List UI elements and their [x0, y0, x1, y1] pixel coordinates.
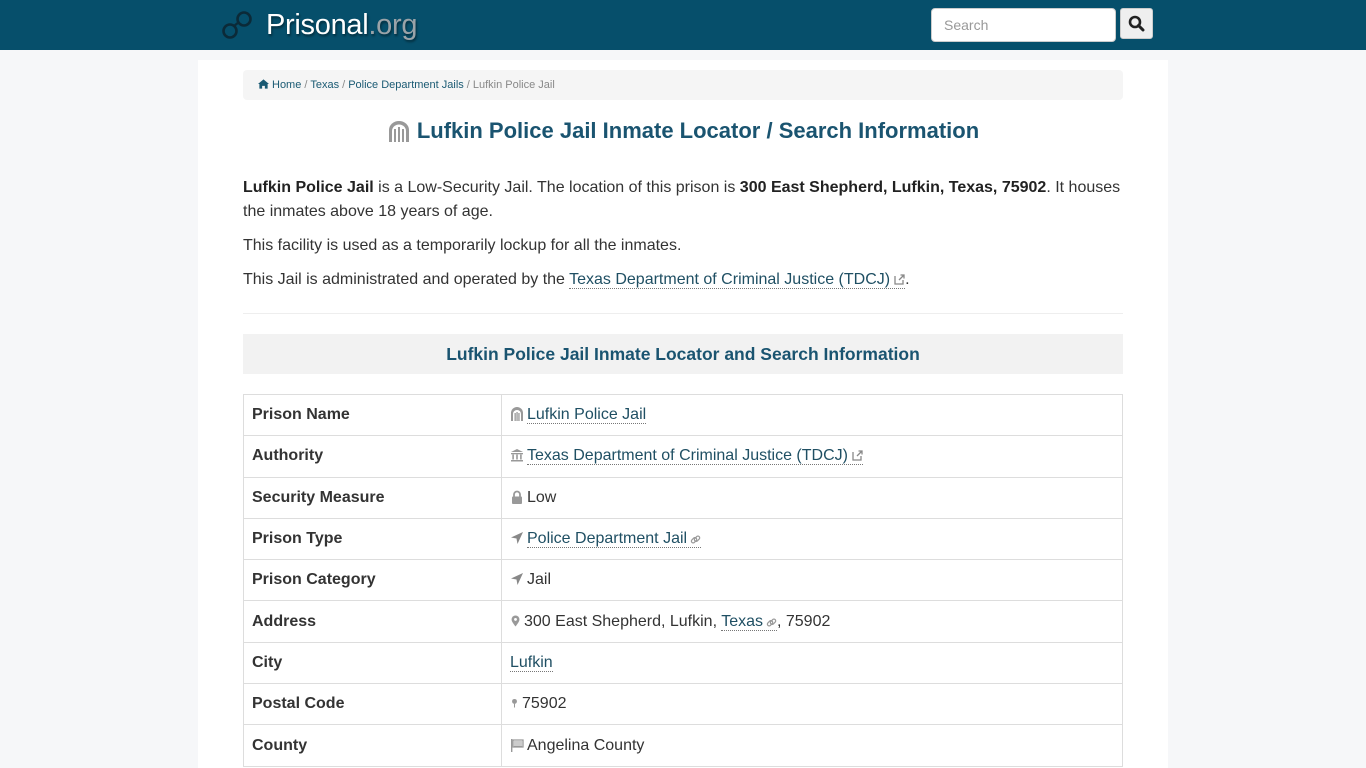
breadcrumb-current: Lufkin Police Jail — [472, 79, 555, 91]
table-row: Prison Category Jail — [243, 559, 1123, 602]
row-value: 75902 — [501, 683, 1123, 726]
table-row: Prison Name Lufkin Police Jail — [243, 393, 1123, 437]
table-row: Authority Texas Department of Criminal J… — [243, 435, 1123, 478]
location-arrow-icon — [511, 573, 523, 586]
county: Angelina County — [527, 736, 645, 754]
breadcrumb-separator: / — [304, 79, 308, 91]
table-row: Postal Code 75902 — [243, 683, 1123, 726]
bank-icon — [511, 449, 523, 462]
divider — [243, 313, 1123, 314]
lock-icon — [512, 490, 522, 504]
intro-text-part: is a Low-Security Jail. The location of … — [373, 179, 740, 196]
intro-paragraph-1: Lufkin Police Jail is a Low-Security Jai… — [243, 176, 1123, 224]
search-input[interactable] — [931, 8, 1116, 42]
address-street: 300 East Shepherd, Lufkin, — [524, 612, 722, 630]
state-link[interactable]: Texas — [721, 612, 777, 631]
prison-category: Jail — [527, 571, 552, 589]
table-row: Address 300 East Shepherd, Lufkin, Texas… — [243, 600, 1123, 643]
row-value: Lufkin Police Jail — [501, 393, 1123, 437]
address-bold: 300 East Shepherd, Lufkin, Texas, 75902 — [739, 179, 1047, 196]
row-value: Lufkin — [501, 641, 1123, 685]
search-form — [931, 8, 1153, 42]
home-icon — [258, 79, 269, 89]
security-level: Low — [527, 488, 557, 506]
intro-paragraph-3: This Jail is administrated and operated … — [243, 268, 1123, 292]
row-value: 300 East Shepherd, Lufkin, Texas, 75902 — [501, 600, 1123, 643]
row-value: Police Department Jail — [501, 517, 1123, 561]
intro-text-part: . — [905, 271, 910, 288]
row-label: County — [243, 724, 502, 767]
info-table: Prison Name Lufkin Police Jail Authority… — [243, 393, 1123, 767]
authority-table-link[interactable]: Texas Department of Criminal Justice (TD… — [527, 447, 863, 466]
row-label: Address — [243, 600, 502, 643]
page-title: Lufkin Police Jail Inmate Locator / Sear… — [243, 116, 1123, 146]
row-label: Prison Category — [243, 559, 502, 602]
row-value: Texas Department of Criminal Justice (TD… — [501, 435, 1123, 478]
brand-name: Prisonal.org — [266, 8, 418, 41]
handcuffs-icon — [222, 11, 252, 39]
prison-name-link[interactable]: Lufkin Police Jail — [527, 406, 647, 425]
location-arrow-icon — [511, 532, 523, 545]
prison-name-bold: Lufkin Police Jail — [243, 179, 374, 196]
breadcrumb: Home / Texas / Police Department Jails /… — [243, 70, 1123, 100]
row-label: Security Measure — [243, 476, 502, 519]
external-link-icon — [894, 274, 905, 285]
row-label: Prison Name — [243, 393, 502, 437]
row-label: Postal Code — [243, 683, 502, 726]
external-link-icon — [852, 450, 863, 462]
table-row: City Lufkin — [243, 641, 1123, 685]
table-row: Prison Type Police Department Jail — [243, 517, 1123, 561]
flag-icon — [511, 738, 524, 752]
address-zip: , 75902 — [776, 612, 831, 630]
row-label: City — [243, 641, 502, 685]
breadcrumb-texas[interactable]: Texas — [310, 79, 339, 91]
search-button[interactable] — [1120, 8, 1153, 39]
row-value: Angelina County — [501, 724, 1123, 767]
link-icon — [690, 535, 701, 544]
row-label: Authority — [243, 435, 502, 478]
site-logo[interactable]: Prisonal.org — [221, 6, 417, 44]
jail-icon — [388, 121, 409, 142]
section-title: Lufkin Police Jail Inmate Locator and Se… — [243, 334, 1123, 374]
row-value: Low — [501, 476, 1123, 519]
map-pin-icon — [512, 699, 517, 708]
link-icon — [766, 618, 777, 627]
search-icon — [1128, 15, 1145, 32]
row-label: Prison Type — [243, 517, 502, 561]
map-marker-icon — [511, 615, 520, 627]
authority-link[interactable]: Texas Department of Criminal Justice (TD… — [569, 271, 906, 289]
intro-paragraph-2: This facility is used as a temporarily l… — [243, 237, 682, 254]
breadcrumb-separator: / — [342, 79, 346, 91]
city-link[interactable]: Lufkin — [510, 653, 553, 672]
page-title-text: Lufkin Police Jail Inmate Locator / Sear… — [416, 118, 980, 143]
prison-type-link[interactable]: Police Department Jail — [527, 530, 702, 549]
main-container: Home / Texas / Police Department Jails /… — [198, 60, 1168, 768]
breadcrumb-police-department-jails[interactable]: Police Department Jails — [348, 79, 464, 91]
intro-text-part: This Jail is administrated and operated … — [243, 271, 570, 288]
row-value: Jail — [501, 559, 1123, 602]
table-row: County Angelina County — [243, 724, 1123, 767]
table-row: Security Measure Low — [243, 476, 1123, 519]
jail-icon — [511, 407, 523, 422]
breadcrumb-separator: / — [466, 79, 470, 91]
top-navbar: Prisonal.org — [0, 0, 1366, 50]
breadcrumb-home[interactable]: Home — [258, 79, 301, 91]
postal-code: 75902 — [522, 695, 567, 713]
intro-text: Lufkin Police Jail is a Low-Security Jai… — [243, 176, 1123, 292]
